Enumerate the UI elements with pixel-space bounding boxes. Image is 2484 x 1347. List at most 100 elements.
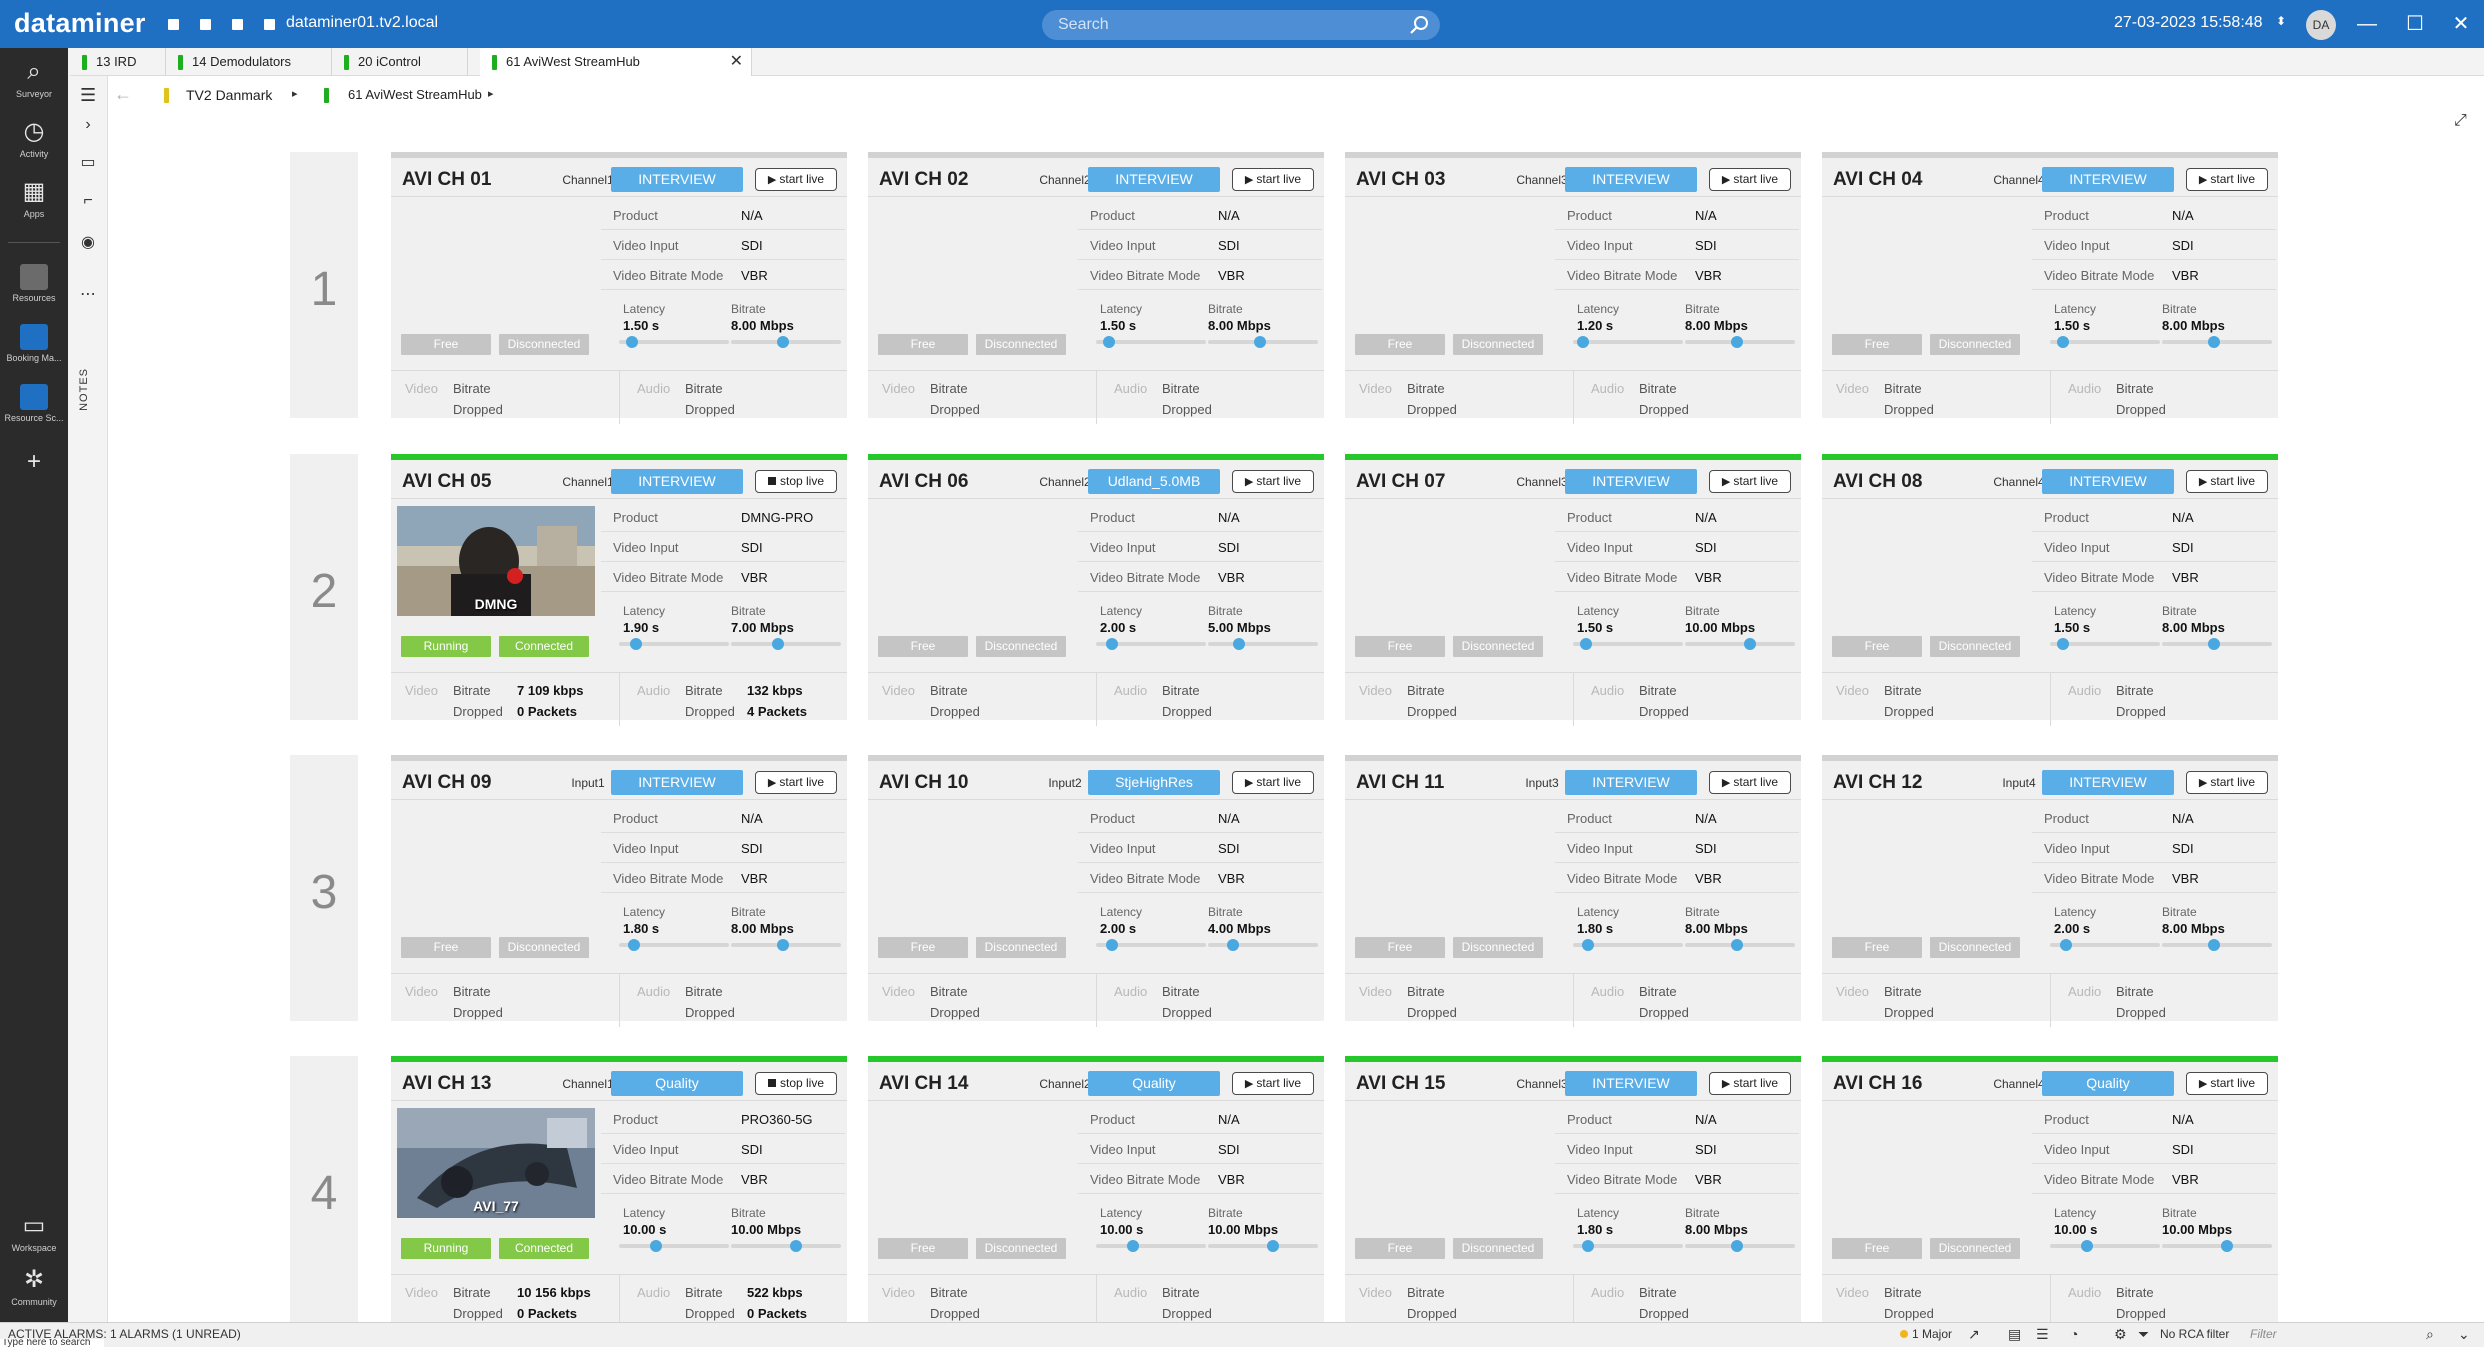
profile-selector[interactable]: INTERVIEW [2042, 469, 2174, 494]
profile-selector[interactable]: StjeHighRes [1088, 770, 1220, 795]
bitrate-slider-handle[interactable] [1254, 336, 1267, 348]
latency-slider-handle[interactable] [649, 1240, 662, 1252]
tab-13-ird[interactable]: 13 IRD [70, 48, 166, 76]
bitrate-slider-handle[interactable] [1744, 638, 1757, 650]
notes-tab[interactable]: NOTES [78, 368, 98, 411]
start-live-button[interactable]: ▶ start live [1232, 771, 1314, 794]
latency-slider-handle[interactable] [1126, 1240, 1139, 1252]
bitrate-slider-handle[interactable] [1232, 638, 1245, 650]
profile-selector[interactable]: INTERVIEW [2042, 167, 2174, 192]
profile-selector[interactable]: INTERVIEW [1565, 1071, 1697, 1096]
chevron-right-icon[interactable]: › [68, 116, 108, 134]
tab-14-demodulators[interactable]: 14 Demodulators [166, 48, 332, 76]
latency-slider-handle[interactable] [1106, 638, 1119, 650]
start-live-button[interactable]: ▶ start live [755, 771, 837, 794]
profile-selector[interactable]: INTERVIEW [611, 469, 743, 494]
profile-selector[interactable]: Quality [611, 1071, 743, 1096]
profile-selector[interactable]: INTERVIEW [1565, 770, 1697, 795]
start-live-button[interactable]: ▶ start live [1232, 470, 1314, 493]
close-icon[interactable]: ✕ [730, 48, 743, 76]
latency-slider-handle[interactable] [1106, 939, 1119, 951]
latency-slider-handle[interactable] [2057, 638, 2070, 650]
bitrate-slider[interactable] [1208, 1244, 1318, 1248]
profile-selector[interactable]: Quality [2042, 1071, 2174, 1096]
signal-icon[interactable]: ◉ [68, 232, 108, 252]
latency-slider-handle[interactable] [1582, 939, 1595, 951]
sidebar-item-booking[interactable]: Booking Ma... [0, 324, 68, 363]
search-icon[interactable] [1408, 14, 1430, 36]
breadcrumb-item-streamhub[interactable]: 61 AviWest StreamHub [348, 87, 482, 102]
quick-action-icon[interactable] [168, 19, 179, 30]
chevron-down-icon[interactable]: ⌄ [2458, 1326, 2470, 1343]
list-icon[interactable]: ▤ [2008, 1326, 2021, 1343]
latency-slider[interactable] [619, 1244, 729, 1248]
quick-action-icon[interactable] [232, 19, 243, 30]
latency-slider[interactable] [1096, 1244, 1206, 1248]
profile-selector[interactable]: INTERVIEW [2042, 770, 2174, 795]
start-live-button[interactable]: ▶ start live [1232, 168, 1314, 191]
latency-slider-handle[interactable] [1580, 638, 1593, 650]
search-box[interactable]: Search [1042, 10, 1440, 40]
start-live-button[interactable]: ▶ start live [2186, 470, 2268, 493]
bitrate-slider-handle[interactable] [1731, 336, 1744, 348]
sidebar-item-workspace[interactable]: ▭ Workspace [0, 1212, 68, 1253]
latency-slider-handle[interactable] [2057, 336, 2070, 348]
crop-icon[interactable]: ⌐ [68, 192, 108, 210]
tab-61-aviwest-streamhub[interactable]: 61 AviWest StreamHub ✕ [480, 48, 752, 76]
quick-action-icon[interactable] [264, 19, 275, 30]
fullscreen-icon[interactable]: ⤢ [2454, 112, 2472, 130]
maximize-icon[interactable]: ☐ [2400, 10, 2430, 38]
latency-slider-handle[interactable] [1577, 336, 1590, 348]
bitrate-slider-handle[interactable] [2208, 336, 2221, 348]
latency-slider[interactable] [1573, 340, 1683, 344]
bitrate-slider-handle[interactable] [2208, 939, 2221, 951]
hamburger-menu-icon[interactable]: ☰ [80, 86, 100, 104]
bitrate-slider-handle[interactable] [1731, 1240, 1744, 1252]
bitrate-slider[interactable] [1685, 642, 1795, 646]
filter-icon[interactable]: ⏷ [2138, 1326, 2149, 1343]
profile-selector[interactable]: INTERVIEW [611, 770, 743, 795]
latency-slider-handle[interactable] [626, 336, 639, 348]
profile-selector[interactable]: Udland_5.0MB [1088, 469, 1220, 494]
start-live-button[interactable]: ▶ start live [1232, 1072, 1314, 1095]
video-preview[interactable]: DMNG [397, 506, 595, 616]
sidebar-item-apps[interactable]: ▦ Apps [0, 178, 68, 219]
trend-icon[interactable]: ↗ [1968, 1326, 1980, 1343]
sort-icon[interactable]: ☰ [2036, 1326, 2049, 1343]
bitrate-slider-handle[interactable] [1227, 939, 1240, 951]
more-icon[interactable]: ⋯ [68, 284, 108, 304]
profile-selector[interactable]: Quality [1088, 1071, 1220, 1096]
tab-20-icontrol[interactable]: 20 iControl [332, 48, 468, 76]
search-input[interactable]: Search [1058, 16, 1109, 34]
history-icon[interactable]: ◔ [2070, 1326, 2078, 1342]
sidebar-item-community[interactable]: ✲ Community [0, 1266, 68, 1307]
profile-selector[interactable]: INTERVIEW [1565, 167, 1697, 192]
user-avatar[interactable]: DA [2306, 10, 2336, 40]
bitrate-slider[interactable] [731, 1244, 841, 1248]
start-live-button[interactable]: ▶ start live [2186, 168, 2268, 191]
bitrate-slider-handle[interactable] [1731, 939, 1744, 951]
latency-slider-handle[interactable] [1103, 336, 1116, 348]
bitrate-slider[interactable] [1208, 943, 1318, 947]
chevron-right-icon[interactable]: ▸ [292, 87, 298, 100]
profile-selector[interactable]: INTERVIEW [1088, 167, 1220, 192]
bitrate-slider[interactable] [731, 642, 841, 646]
bitrate-slider-handle[interactable] [777, 336, 790, 348]
alarm-filter-input[interactable]: Filter [2250, 1327, 2277, 1341]
sidebar-item-resource-scheduler[interactable]: Resource Sc... [0, 384, 68, 423]
start-live-button[interactable]: ▶ start live [1709, 771, 1791, 794]
bitrate-slider-handle[interactable] [2221, 1240, 2234, 1252]
add-app-button[interactable]: + [0, 448, 68, 476]
stop-live-button[interactable]: stop live [755, 470, 837, 493]
back-arrow-icon[interactable]: ← [114, 84, 132, 105]
breadcrumb-item-tv2-danmark[interactable]: TV2 Danmark [186, 87, 272, 103]
bitrate-slider-handle[interactable] [777, 939, 790, 951]
start-live-button[interactable]: ▶ start live [2186, 1072, 2268, 1095]
bitrate-slider[interactable] [2162, 1244, 2272, 1248]
stop-live-button[interactable]: stop live [755, 1072, 837, 1095]
sidebar-item-surveyor[interactable]: ⌕ Surveyor [0, 58, 68, 99]
search-icon[interactable]: ⌕ [2426, 1326, 2434, 1343]
monitor-icon[interactable]: ▭ [68, 152, 108, 172]
bitrate-slider[interactable] [1208, 642, 1318, 646]
start-live-button[interactable]: ▶ start live [1709, 168, 1791, 191]
